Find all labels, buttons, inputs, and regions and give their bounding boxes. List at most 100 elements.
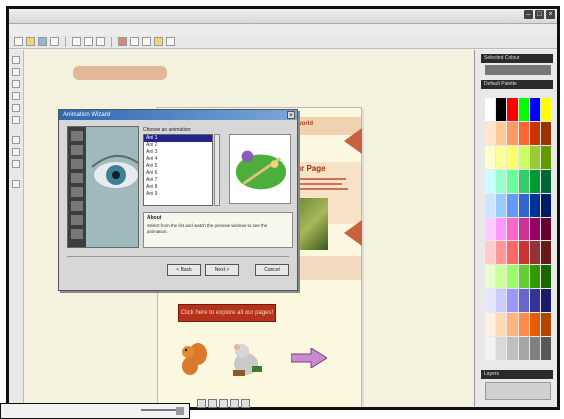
color-swatch[interactable] <box>507 169 518 193</box>
print-icon[interactable] <box>50 37 59 46</box>
layers-header[interactable]: Layers <box>481 370 553 379</box>
text-tool-icon[interactable] <box>12 92 20 100</box>
zoom-in-icon[interactable] <box>230 399 239 408</box>
cancel-button[interactable]: Cancel <box>255 264 289 276</box>
pen-tool-icon[interactable] <box>12 68 20 76</box>
layers-list[interactable] <box>485 382 551 400</box>
color-swatch[interactable] <box>529 265 540 289</box>
color-swatch[interactable] <box>485 289 496 313</box>
color-swatch[interactable] <box>496 98 507 121</box>
color-swatch[interactable] <box>529 217 540 241</box>
effects-icon[interactable] <box>154 37 163 46</box>
color-swatch[interactable] <box>529 337 540 360</box>
color-swatch[interactable] <box>529 169 540 193</box>
overlapping-window-edge[interactable] <box>0 403 190 419</box>
eyedropper-tool-icon[interactable] <box>12 160 20 168</box>
maximize-button[interactable]: □ <box>535 10 544 19</box>
color-swatch[interactable] <box>529 241 540 265</box>
color-swatch[interactable] <box>485 241 496 265</box>
color-swatch[interactable] <box>507 313 518 337</box>
color-swatch[interactable] <box>496 241 507 265</box>
dialog-title[interactable]: Animation Wizard <box>59 110 297 120</box>
line-tool-icon[interactable] <box>12 116 20 124</box>
list-scrollbar[interactable] <box>214 134 220 206</box>
color-swatch[interactable] <box>485 98 496 121</box>
new-file-icon[interactable] <box>14 37 23 46</box>
color-swatch[interactable] <box>529 121 540 145</box>
color-swatch[interactable] <box>540 241 551 265</box>
open-folder-icon[interactable] <box>26 37 35 46</box>
color-swatch[interactable] <box>485 217 496 241</box>
color-swatch[interactable] <box>496 265 507 289</box>
cut-icon[interactable] <box>72 37 81 46</box>
color-swatch[interactable] <box>518 265 529 289</box>
color-swatch[interactable] <box>496 193 507 217</box>
animation-list-item[interactable]: Ani 1 <box>144 135 212 142</box>
animation-list[interactable]: Ani 1 Ani 2 Ani 3 Ani 4 Ani 5 Ani 6 Ani … <box>143 134 213 206</box>
color-swatch[interactable] <box>518 169 529 193</box>
page-next-icon[interactable] <box>208 399 217 408</box>
color-swatch[interactable] <box>529 289 540 313</box>
shape-icon[interactable] <box>142 37 151 46</box>
animation-list-item[interactable]: Ani 9 <box>144 191 212 198</box>
color-swatch[interactable] <box>518 217 529 241</box>
paste-icon[interactable] <box>96 37 105 46</box>
color-swatch[interactable] <box>518 289 529 313</box>
copy-icon[interactable] <box>84 37 93 46</box>
zoom-tool-icon[interactable] <box>12 136 20 144</box>
color-swatch[interactable] <box>518 313 529 337</box>
selected-colour-header[interactable]: Selected Colour <box>481 54 553 63</box>
zoom-out-icon[interactable] <box>219 399 228 408</box>
color-swatch[interactable] <box>485 337 496 360</box>
pointer-tool-icon[interactable] <box>12 56 20 64</box>
color-swatch[interactable] <box>540 121 551 145</box>
back-button[interactable]: < Back <box>167 264 201 276</box>
color-swatch[interactable] <box>518 241 529 265</box>
color-swatch[interactable] <box>540 98 551 121</box>
color-swatch[interactable] <box>540 169 551 193</box>
arrow-right-icon[interactable] <box>291 348 327 368</box>
page-prev-icon[interactable] <box>197 399 206 408</box>
color-swatch[interactable] <box>485 169 496 193</box>
color-swatch[interactable] <box>529 193 540 217</box>
color-swatch[interactable] <box>507 193 518 217</box>
title-bar[interactable]: – □ × <box>9 9 557 24</box>
color-swatch[interactable] <box>507 145 518 169</box>
animation-list-item[interactable]: Ani 6 <box>144 170 212 177</box>
text-icon[interactable] <box>130 37 139 46</box>
color-swatch[interactable] <box>496 217 507 241</box>
color-swatch[interactable] <box>496 169 507 193</box>
color-swatch[interactable] <box>485 265 496 289</box>
selected-colour-swatch[interactable] <box>485 65 551 75</box>
color-swatch[interactable] <box>496 145 507 169</box>
color-swatch[interactable] <box>507 289 518 313</box>
dialog-close-icon[interactable]: × <box>287 111 295 119</box>
squirrel-clipart[interactable] <box>178 340 210 376</box>
palette-header[interactable]: Default Palette <box>481 80 553 89</box>
color-swatch[interactable] <box>518 98 529 121</box>
color-swatch[interactable] <box>540 193 551 217</box>
color-swatch[interactable] <box>540 313 551 337</box>
hand-tool-icon[interactable] <box>12 148 20 156</box>
shape-tool-icon[interactable] <box>12 80 20 88</box>
color-swatch[interactable] <box>540 337 551 360</box>
color-swatch[interactable] <box>518 145 529 169</box>
color-swatch[interactable] <box>485 145 496 169</box>
color-swatch[interactable] <box>540 217 551 241</box>
preview-icon[interactable] <box>241 399 250 408</box>
color-swatch[interactable] <box>496 121 507 145</box>
color-swatch[interactable] <box>540 145 551 169</box>
animation-list-item[interactable]: Ani 7 <box>144 177 212 184</box>
explore-pages-button[interactable]: Click here to explore all our pages! <box>178 304 276 322</box>
color-swatch[interactable] <box>485 121 496 145</box>
color-swatch[interactable] <box>496 313 507 337</box>
color-swatch[interactable] <box>496 337 507 360</box>
color-swatch[interactable] <box>529 313 540 337</box>
color-swatch[interactable] <box>507 98 518 121</box>
color-swatch[interactable] <box>518 337 529 360</box>
save-icon[interactable] <box>38 37 47 46</box>
color-tool-icon[interactable] <box>12 180 20 188</box>
minimize-button[interactable]: – <box>524 10 533 19</box>
animation-list-item[interactable]: Ani 5 <box>144 163 212 170</box>
next-button[interactable]: Next > <box>205 264 239 276</box>
